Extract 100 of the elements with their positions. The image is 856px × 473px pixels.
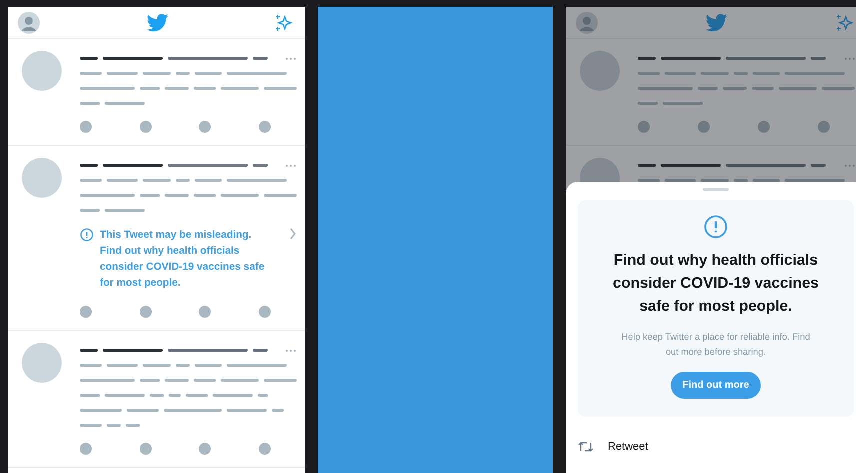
skeleton-line [195, 179, 222, 182]
skeleton-line [107, 179, 138, 182]
avatar-placeholder [580, 51, 620, 91]
skeleton-line [701, 179, 729, 182]
skeleton-line [80, 102, 100, 105]
action-icon[interactable] [80, 121, 92, 133]
skeleton-line [723, 87, 747, 90]
skeleton-line [638, 87, 693, 90]
skeleton-line [752, 87, 774, 90]
more-icon[interactable] [285, 348, 297, 352]
bird-logo-icon [706, 14, 728, 32]
skeleton-line [811, 164, 826, 167]
action-icon[interactable] [818, 121, 830, 133]
skeleton-line [811, 57, 826, 60]
sparkle-icon[interactable] [275, 14, 293, 32]
sheet-body: Help keep Twitter a place for reliable info. Find out more before sharing. [620, 331, 812, 359]
action-icon[interactable] [638, 121, 650, 133]
skeleton-line [663, 102, 703, 105]
skeleton-line [143, 179, 171, 182]
skeleton-line [661, 164, 721, 167]
profile-icon[interactable] [576, 12, 598, 34]
sheet-handle[interactable] [703, 188, 729, 191]
skeleton-line [638, 72, 660, 75]
skeleton-line [80, 194, 135, 197]
skeleton-line [221, 379, 259, 382]
action-icon[interactable] [199, 121, 212, 133]
skeleton-line [80, 72, 102, 75]
skeleton-line [80, 409, 122, 412]
skeleton-line [80, 164, 98, 167]
skeleton-line [272, 409, 284, 412]
action-icon[interactable] [80, 443, 92, 455]
skeleton-line [195, 72, 222, 75]
skeleton-line [107, 72, 138, 75]
sparkle-icon[interactable] [836, 14, 854, 32]
skeleton-line [140, 87, 160, 90]
misleading-notice[interactable]: This Tweet may be misleading. Find out why health officials consider COVID-19 vaccines safe for most people. [100, 228, 272, 292]
skeleton-line [126, 424, 140, 427]
action-icon[interactable] [140, 306, 152, 318]
skeleton-line [661, 57, 721, 60]
skeleton-line [822, 87, 855, 90]
skeleton-line [227, 409, 267, 412]
action-icon[interactable] [258, 306, 271, 318]
action-label[interactable]: Retweet [608, 441, 648, 453]
skeleton-line [105, 102, 145, 105]
skeleton-line [253, 349, 268, 352]
skeleton-line [213, 394, 253, 397]
action-icon[interactable] [758, 121, 770, 133]
more-icon[interactable] [844, 164, 856, 168]
more-icon[interactable] [285, 164, 297, 168]
more-icon[interactable] [844, 56, 856, 60]
skeleton-line [221, 194, 259, 197]
skeleton-line [80, 394, 100, 397]
skeleton-line [264, 194, 297, 197]
skeleton-line [105, 209, 145, 212]
skeleton-line [258, 394, 268, 397]
action-icon[interactable] [140, 443, 152, 455]
profile-icon[interactable] [18, 12, 40, 34]
action-icon[interactable] [258, 443, 271, 455]
skeleton-line [176, 72, 190, 75]
action-icon[interactable] [698, 121, 710, 133]
avatar-placeholder [22, 158, 62, 198]
skeleton-line [164, 409, 222, 412]
skeleton-line [734, 179, 748, 182]
skeleton-line [186, 394, 208, 397]
skeleton-line [785, 179, 845, 182]
skeleton-line [143, 364, 171, 367]
skeleton-line [698, 87, 718, 90]
action-icon[interactable] [199, 306, 212, 318]
action-icon[interactable] [258, 121, 271, 133]
skeleton-line [80, 349, 98, 352]
find-out-more-button[interactable]: Find out more [670, 372, 762, 399]
skeleton-line [103, 57, 163, 60]
skeleton-line [176, 364, 190, 367]
skeleton-line [107, 424, 121, 427]
skeleton-line [169, 394, 181, 397]
skeleton-line [103, 349, 163, 352]
skeleton-line [753, 72, 780, 75]
skeleton-line [127, 409, 159, 412]
skeleton-line [227, 179, 287, 182]
skeleton-line [194, 379, 216, 382]
action-icon[interactable] [140, 121, 152, 133]
skeleton-line [253, 164, 268, 167]
action-icon[interactable] [199, 443, 212, 455]
skeleton-line [194, 87, 216, 90]
retweet-icon [578, 441, 594, 453]
skeleton-line [80, 379, 135, 382]
skeleton-line [701, 72, 729, 75]
action-icon[interactable] [80, 306, 92, 318]
skeleton-line [227, 72, 287, 75]
chevron-icon[interactable] [289, 228, 297, 240]
skeleton-line [638, 57, 656, 60]
skeleton-line [105, 394, 145, 397]
more-icon[interactable] [285, 56, 297, 60]
sheet-title: Find out why health officials consider COVID-19 vaccines safe for most people. [612, 251, 820, 317]
skeleton-line [221, 87, 259, 90]
skeleton-line [80, 364, 102, 367]
skeleton-line [80, 209, 100, 212]
skeleton-line [107, 364, 138, 367]
skeleton-line [143, 72, 171, 75]
skeleton-line [734, 72, 748, 75]
